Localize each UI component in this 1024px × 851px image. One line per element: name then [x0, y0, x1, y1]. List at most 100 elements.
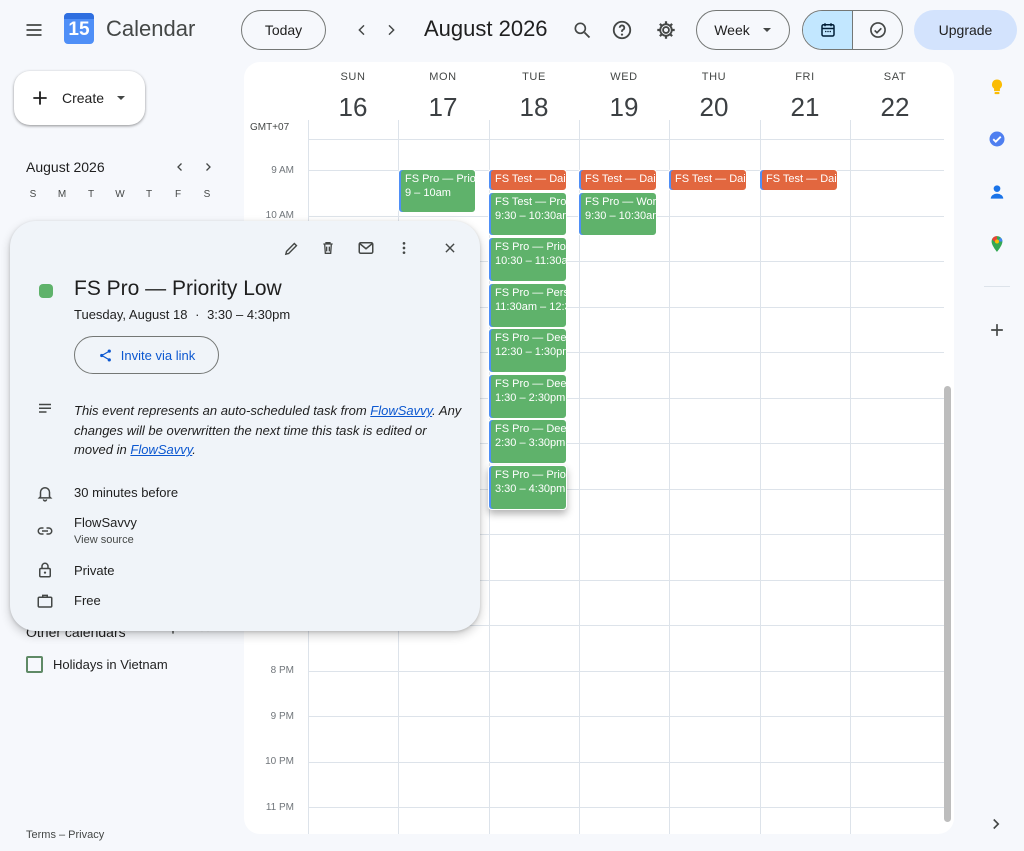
trash-icon	[323, 242, 333, 254]
lock-icon	[36, 561, 54, 579]
event-chip[interactable]: FS Test — Daily	[668, 169, 747, 191]
close-popover-button[interactable]	[437, 235, 463, 261]
calendar-logo[interactable]: 15	[64, 13, 94, 44]
day-of-week: MON	[429, 71, 457, 83]
previous-week-button[interactable]	[348, 16, 376, 44]
event-chip[interactable]: FS Pro — Deep 2:30 – 3:30pm	[488, 419, 567, 464]
event-title: FS Test — Daily	[585, 173, 657, 185]
hour-label: 9 PM	[270, 711, 294, 722]
search-button[interactable]	[567, 15, 597, 45]
main-menu-icon[interactable]	[18, 14, 50, 46]
chevron-left-icon	[177, 163, 182, 171]
add-addon-icon[interactable]	[987, 320, 1007, 340]
holidays-checkbox[interactable]	[26, 656, 43, 673]
more-options-button[interactable]	[391, 235, 417, 261]
edit-event-button[interactable]	[278, 235, 304, 261]
event-date: Tuesday, August 18	[74, 307, 188, 322]
event-chip[interactable]: FS Test — Daily	[759, 169, 838, 191]
event-chip[interactable]: FS Pro — Deep 12:30 – 1:30pm	[488, 328, 567, 373]
event-chip[interactable]: FS Pro — Work 9:30 – 10:30am	[578, 192, 657, 236]
contacts-icon[interactable]	[987, 182, 1007, 202]
event-title: FS Pro — Work	[585, 196, 657, 208]
event-title: FS Pro — Personal	[495, 287, 567, 299]
grid-line	[308, 807, 944, 808]
event-chip[interactable]: FS Test — Daily	[488, 169, 567, 191]
day-of-week: TUE	[522, 71, 546, 83]
mini-prev-month-button[interactable]	[170, 157, 190, 177]
share-icon	[99, 349, 111, 361]
upgrade-button[interactable]: Upgrade	[914, 10, 1017, 50]
grid-line	[308, 716, 944, 717]
event-time: 12:30 – 1:30pm	[495, 346, 567, 358]
create-button-label: Create	[62, 90, 105, 106]
event-time: 9 – 10am	[405, 187, 451, 199]
event-title: FS Pro — Priority	[495, 241, 566, 253]
today-button[interactable]: Today	[241, 10, 326, 50]
delete-event-button[interactable]	[315, 235, 341, 261]
view-selector[interactable]: Week	[696, 10, 790, 50]
event-chip[interactable]: FS Pro — Priority 9 – 10am	[398, 169, 476, 213]
view-source-link[interactable]: View source	[74, 534, 134, 546]
vertical-scrollbar[interactable]	[944, 386, 951, 822]
mini-next-month-button[interactable]	[198, 157, 218, 177]
mini-weekday: T	[145, 189, 153, 200]
tasks-icon[interactable]	[987, 129, 1007, 149]
availability-text: Free	[74, 593, 101, 608]
calendar-tasks-toggle	[802, 10, 903, 50]
settings-button[interactable]	[651, 15, 681, 45]
visibility-text: Private	[74, 563, 115, 578]
calendar-view-button[interactable]	[803, 11, 853, 49]
chevron-right-icon[interactable]	[987, 815, 1007, 835]
event-chip[interactable]: FS Pro — Priority 10:30 – 11:30am	[488, 237, 567, 282]
mail-icon	[358, 242, 374, 254]
chevron-left-icon	[358, 24, 365, 36]
flowsavvy-link[interactable]: FlowSavvy	[130, 442, 192, 457]
create-button[interactable]: Create	[14, 71, 145, 125]
day-number[interactable]: 17	[398, 92, 488, 123]
event-title: FS Test — Pro	[495, 196, 567, 208]
grid-line	[669, 120, 670, 834]
next-week-button[interactable]	[377, 16, 405, 44]
side-panel-divider	[984, 286, 1010, 287]
terms-privacy-links[interactable]: Terms – Privacy	[26, 829, 104, 841]
day-number[interactable]: 18	[489, 92, 579, 123]
day-number[interactable]: 20	[669, 92, 759, 123]
help-button[interactable]	[607, 15, 637, 45]
event-details-popover: FS Pro — Priority Low Tuesday, August 18…	[10, 221, 480, 631]
app-name: Calendar	[106, 16, 196, 41]
search-icon	[574, 22, 591, 39]
event-time: 11:30am – 12:30pm	[495, 301, 566, 313]
mini-weekday: F	[174, 189, 182, 200]
day-number[interactable]: 22	[850, 92, 940, 123]
event-title: FS Pro — Deep	[495, 423, 567, 435]
invite-via-link-button[interactable]: Invite via link	[74, 336, 219, 374]
event-chip-selected[interactable]: FS Pro — Priority 3:30 – 4:30pm	[488, 465, 567, 510]
day-of-week: SUN	[340, 71, 366, 83]
description-text: This event represents an auto-scheduled …	[74, 403, 371, 418]
hour-label: 8 PM	[270, 665, 294, 676]
hour-label: 10 PM	[265, 756, 294, 767]
day-number[interactable]: 19	[579, 92, 669, 123]
day-number[interactable]: 21	[760, 92, 850, 123]
keep-icon[interactable]	[987, 77, 1007, 97]
event-chip[interactable]: FS Test — Daily	[578, 169, 657, 191]
event-time: 3:30 – 4:30pm	[207, 307, 291, 322]
event-title: FS Test — Daily	[766, 173, 838, 185]
tasks-view-button[interactable]	[853, 11, 902, 49]
holidays-calendar-label: Holidays in Vietnam	[53, 657, 168, 672]
maps-icon[interactable]	[987, 234, 1007, 254]
event-description: This event represents an auto-scheduled …	[74, 401, 469, 460]
flowsavvy-link[interactable]: FlowSavvy	[370, 403, 432, 418]
email-guests-button[interactable]	[353, 235, 379, 261]
day-number[interactable]: 16	[308, 92, 398, 123]
grid-line	[760, 120, 761, 834]
calendar-icon	[820, 23, 835, 37]
event-chip[interactable]: FS Pro — Personal 11:30am – 12:30pm	[488, 283, 567, 328]
caret-down-icon	[117, 96, 126, 100]
event-title: FS Test — Daily	[675, 173, 747, 185]
mini-weekday: W	[115, 189, 125, 200]
event-time: 9:30 – 10:30am	[495, 210, 567, 222]
hour-label: 10 AM	[265, 210, 294, 221]
event-chip[interactable]: FS Test — Pro 9:30 – 10:30am	[488, 192, 567, 236]
event-chip[interactable]: FS Pro — Deep 1:30 – 2:30pm	[488, 374, 567, 419]
